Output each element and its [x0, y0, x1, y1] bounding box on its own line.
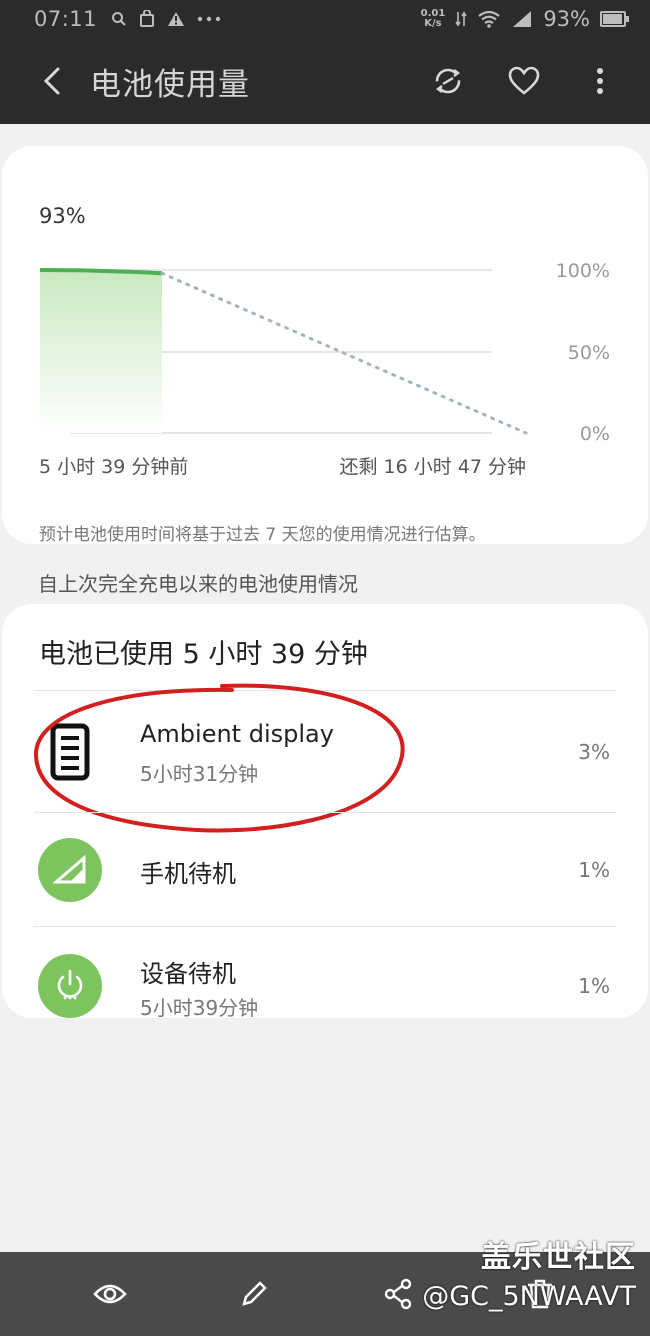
warning-icon	[168, 12, 185, 26]
app-icon	[38, 838, 102, 902]
item-duration: 5小时39分钟	[140, 996, 259, 1020]
sync-icon	[435, 68, 461, 94]
page-title: 电池使用量	[90, 66, 250, 103]
projection-line	[160, 271, 528, 435]
watermark-user: @GC_5NWAAVT	[422, 1281, 636, 1312]
status-time: 07:11	[34, 7, 98, 31]
pencil-icon	[242, 1281, 267, 1306]
view-button[interactable]	[88, 1272, 132, 1316]
item-name: 设备待机	[140, 960, 236, 988]
app-bar: 电池使用量	[0, 38, 650, 124]
edit-button[interactable]	[232, 1272, 276, 1316]
network-speed: 0.01 K/s	[421, 9, 446, 29]
watermark-community: 盖乐世社区	[481, 1240, 636, 1275]
y-tick-label: 100%	[555, 260, 610, 282]
power-icon	[38, 954, 102, 1018]
list-item-phone-standby[interactable]: 手机待机 1%	[2, 814, 648, 926]
sync-button[interactable]	[428, 61, 468, 101]
eye-icon	[93, 1284, 127, 1304]
battery-icon	[600, 11, 629, 27]
battery-chart-card: 93% 100% 50% 0% 5 小时 39 分钟前 还剩 16 小时 47 …	[2, 146, 648, 545]
signal-icon	[38, 838, 102, 902]
status-notification-icons	[111, 10, 221, 28]
share-icon	[384, 1278, 412, 1310]
battery-percent: 93%	[543, 7, 590, 31]
search-icon	[112, 12, 126, 26]
item-percent: 3%	[578, 740, 610, 764]
battery-usage-card: 电池已使用 5 小时 39 分钟 Ambient display 5小时31分钟…	[2, 604, 648, 1020]
y-tick-label: 50%	[567, 342, 610, 364]
estimate-note: 预计电池使用时间将基于过去 7 天您的使用情况进行估算。	[39, 525, 486, 545]
heart-icon	[508, 66, 540, 95]
share-button[interactable]	[376, 1272, 420, 1316]
usage-area	[40, 270, 162, 433]
divider	[34, 926, 616, 927]
item-name: 手机待机	[140, 860, 236, 888]
y-tick-label: 0%	[579, 423, 610, 445]
x-end-label: 还剩 16 小时 47 分钟	[339, 456, 526, 478]
battery-chart	[39, 268, 528, 435]
back-button[interactable]	[34, 63, 70, 99]
item-percent: 1%	[578, 858, 610, 882]
usage-total: 电池已使用 5 小时 39 分钟	[39, 639, 368, 670]
cellular-signal-icon	[513, 11, 532, 27]
status-bar: 07:11 0.01 K/s 93%	[0, 0, 650, 38]
data-transfer-icon	[455, 11, 467, 27]
divider	[34, 812, 616, 813]
item-percent: 1%	[578, 974, 610, 998]
more-vertical-icon	[597, 68, 603, 94]
app-icon	[38, 954, 102, 1018]
x-start-label: 5 小时 39 分钟前	[39, 456, 189, 478]
back-arrow-icon	[43, 67, 60, 95]
bag-icon	[140, 10, 155, 27]
more-options-button[interactable]	[580, 61, 620, 101]
favorite-button[interactable]	[504, 61, 544, 101]
app-bar-actions	[428, 61, 620, 101]
network-speed-unit: K/s	[424, 18, 442, 29]
section-title: 自上次完全充电以来的电池使用情况	[38, 572, 358, 596]
status-system-icons: 0.01 K/s 93%	[421, 7, 629, 31]
list-item-device-standby[interactable]: 设备待机 5小时39分钟 1%	[2, 930, 648, 1042]
wifi-icon	[478, 10, 500, 28]
more-notifications-icon	[197, 16, 221, 22]
